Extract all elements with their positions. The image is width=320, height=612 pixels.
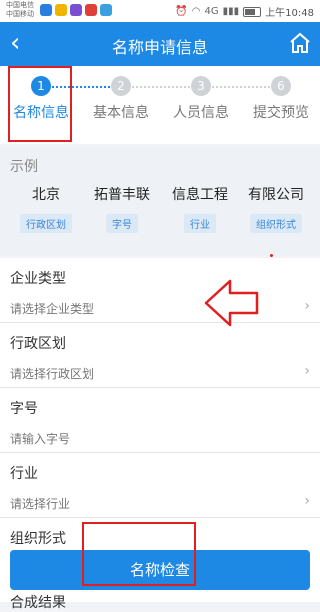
example-value: 有限公司 — [248, 187, 304, 203]
carrier-info: 中国电信 中国移动 — [6, 1, 34, 19]
field-industry[interactable]: 行业 请选择行业 › — [0, 453, 320, 518]
wifi-icon: ◠ — [191, 6, 201, 17]
admin-region-select[interactable]: 请选择行政区划 — [10, 365, 94, 382]
example-section: 示例 北京 行政区划 拓普丰联 字号 信息工程 行业 有限公司 组织形式 — [0, 148, 320, 256]
step-label: 提交预览 — [253, 105, 309, 121]
example-tag: 行业 — [184, 214, 216, 233]
annotation-dot — [270, 254, 273, 257]
signal-icon: ▮▮▮ — [222, 6, 240, 17]
step-3[interactable]: 3 人员信息 — [168, 76, 234, 122]
example-tag: 行政区划 — [20, 214, 72, 233]
example-item: 拓普丰联 字号 — [84, 184, 160, 233]
trade-name-input[interactable]: 请输入字号 — [10, 430, 70, 447]
field-label: 行政区划 — [10, 336, 66, 352]
app-header: ‹ 名称申请信息 — [0, 22, 320, 66]
annotation-highlight-box — [8, 66, 72, 142]
industry-select[interactable]: 请选择行业 — [10, 495, 70, 512]
example-tag: 字号 — [106, 214, 138, 233]
example-item: 信息工程 行业 — [162, 184, 238, 233]
field-admin-region[interactable]: 行政区划 请选择行政区划 › — [0, 323, 320, 388]
field-label: 字号 — [10, 401, 38, 417]
carrier-1: 中国电信 — [6, 1, 34, 9]
step-label: 基本信息 — [93, 105, 149, 121]
step-number: 2 — [111, 76, 131, 96]
status-bar: 中国电信 中国移动 ⏰ ◠ 4G ▮▮▮ 上午10:48 — [0, 0, 320, 22]
app-notification-icon — [55, 4, 67, 16]
field-enterprise-type[interactable]: 企业类型 请选择企业类型 › — [0, 258, 320, 323]
example-item: 北京 行政区划 — [8, 184, 84, 233]
step-label: 人员信息 — [173, 105, 229, 121]
chevron-right-icon: › — [304, 363, 310, 379]
enterprise-type-select[interactable]: 请选择企业类型 — [10, 300, 94, 317]
field-label: 行业 — [10, 466, 38, 482]
example-tag: 组织形式 — [250, 214, 302, 233]
notification-icons — [40, 4, 112, 16]
battery-icon — [243, 6, 262, 17]
step-6[interactable]: 6 提交预览 — [248, 76, 314, 122]
field-label: 企业类型 — [10, 271, 66, 287]
step-number: 6 — [271, 76, 291, 96]
example-value: 拓普丰联 — [94, 187, 150, 203]
step-2[interactable]: 2 基本信息 — [88, 76, 154, 122]
status-indicators: ⏰ ◠ 4G ▮▮▮ 上午10:48 — [175, 4, 314, 19]
app-notification-icon — [70, 4, 82, 16]
app-notification-icon — [85, 4, 97, 16]
field-trade-name[interactable]: 字号 请输入字号 — [0, 388, 320, 453]
alarm-icon: ⏰ — [175, 6, 188, 17]
status-time: 上午10:48 — [265, 8, 314, 19]
app-notification-icon — [40, 4, 52, 16]
page-title: 名称申请信息 — [111, 38, 208, 57]
example-item: 有限公司 组织形式 — [238, 184, 314, 233]
chevron-right-icon: › — [304, 298, 310, 314]
example-value: 信息工程 — [172, 187, 228, 203]
app-notification-icon — [100, 4, 112, 16]
example-title: 示例 — [10, 159, 38, 175]
carrier-2: 中国移动 — [6, 10, 34, 18]
result-label: 合成结果 — [10, 595, 66, 611]
chevron-right-icon: › — [304, 493, 310, 509]
example-value: 北京 — [32, 187, 60, 203]
home-icon[interactable] — [288, 31, 312, 55]
step-number: 3 — [191, 76, 211, 96]
field-label: 组织形式 — [10, 531, 66, 547]
annotation-highlight-box — [82, 522, 196, 586]
annotation-arrow-icon — [204, 279, 259, 327]
network-label: 4G — [204, 6, 219, 17]
